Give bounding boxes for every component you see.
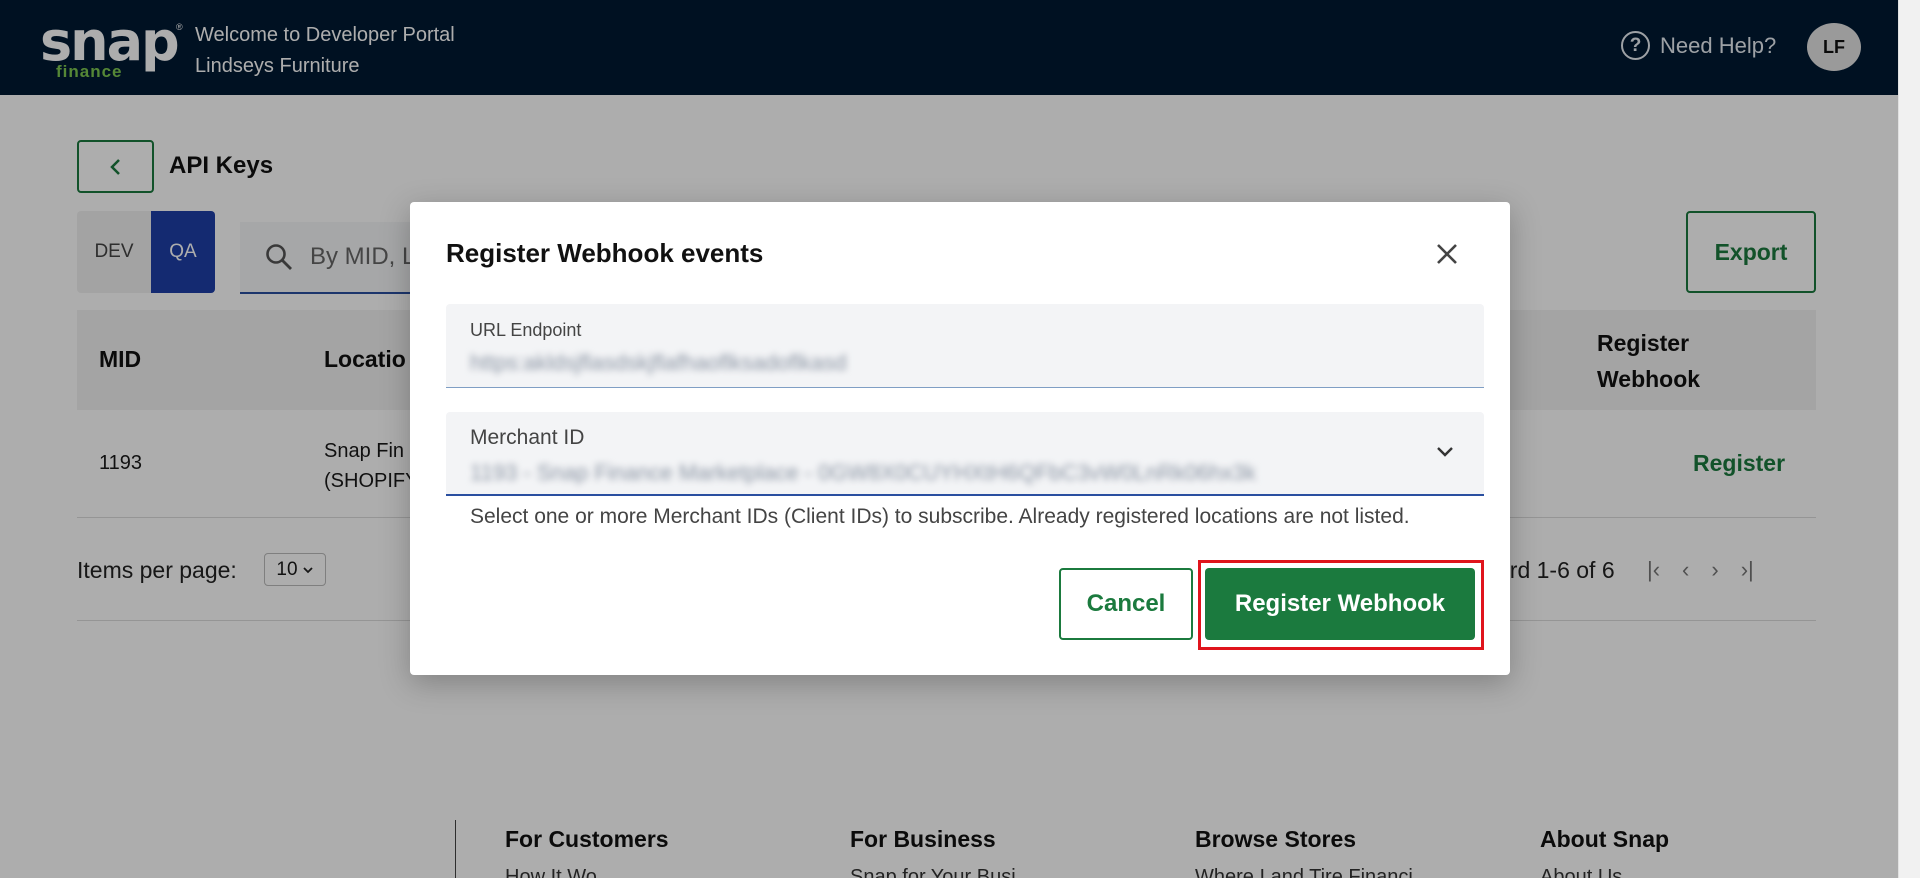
page-scrollbar[interactable] [1898,0,1920,878]
merchant-id-label: Merchant ID [470,426,585,449]
url-endpoint-value: https:akldsjflasdskjflafhaoflksadoflkasd [470,350,847,375]
close-icon[interactable] [1431,238,1463,270]
merchant-id-select[interactable]: Merchant ID 1193 - Snap Finance Marketpl… [446,412,1484,496]
merchant-id-value: 1193 - Snap Finance Marketplace - 0GW8X0… [470,460,1256,485]
merchant-id-hint: Select one or more Merchant IDs (Client … [470,505,1410,528]
dialog-title: Register Webhook events [446,238,764,268]
cancel-button[interactable]: Cancel [1059,568,1193,640]
url-endpoint-label: URL Endpoint [470,320,582,340]
url-endpoint-field[interactable]: URL Endpoint https:akldsjflasdskjflafhao… [446,304,1484,388]
register-webhook-button[interactable]: Register Webhook [1205,568,1475,640]
register-webhook-dialog: Register Webhook events URL Endpoint htt… [410,202,1510,675]
chevron-down-icon[interactable] [1432,438,1458,464]
